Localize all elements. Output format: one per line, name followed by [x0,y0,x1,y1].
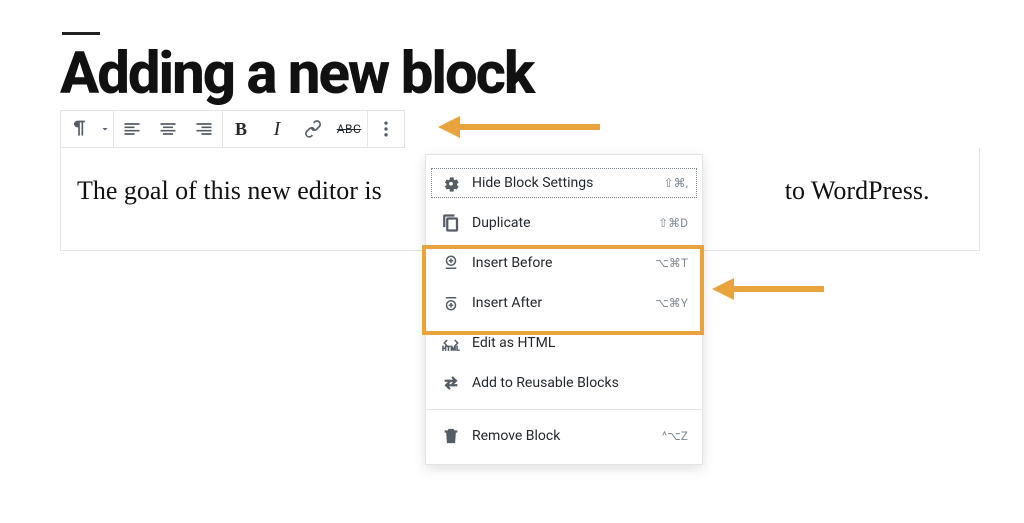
gear-icon [440,174,462,192]
html-icon: HTML [440,334,462,352]
insert-after-icon [440,294,462,312]
link-button[interactable] [295,111,331,147]
menu-separator [426,409,702,410]
pilcrow-icon [69,119,89,139]
duplicate-icon [440,214,462,232]
insert-before-icon [440,254,462,272]
menu-label: Remove Block [472,428,662,444]
menu-insert-after[interactable]: Insert After ⌥⌘Y [426,283,702,323]
menu-duplicate[interactable]: Duplicate ⇧⌘D [426,203,702,243]
menu-insert-before[interactable]: Insert Before ⌥⌘T [426,243,702,283]
menu-hide-block-settings[interactable]: Hide Block Settings ⇧⌘, [426,163,702,203]
menu-shortcut: ⌥⌘Y [655,296,688,310]
menu-edit-html[interactable]: HTML Edit as HTML [426,323,702,363]
menu-shortcut: ^⌥Z [662,429,688,443]
align-right-button[interactable] [186,111,222,147]
chevron-down-icon [99,123,111,135]
menu-add-reusable[interactable]: Add to Reusable Blocks [426,363,702,403]
annotation-arrow-side [714,282,824,296]
menu-label: Add to Reusable Blocks [472,375,688,391]
block-options-menu: Hide Block Settings ⇧⌘, Duplicate ⇧⌘D In… [425,154,703,465]
paragraph-text-after: to WordPress. [778,176,929,205]
page-title: Adding a new block [60,45,984,103]
menu-label: Insert Before [472,255,655,271]
menu-shortcut: ⌥⌘T [655,256,688,270]
menu-label: Insert After [472,295,655,311]
block-type-dropdown-arrow[interactable] [97,111,113,147]
block-type-button[interactable] [61,111,97,147]
menu-label: Hide Block Settings [472,175,664,191]
trash-icon [440,427,462,445]
align-left-button[interactable] [114,111,150,147]
more-options-button[interactable] [368,111,404,147]
paragraph-text-before: The goal of this new editor is [77,176,388,205]
menu-shortcut: ⇧⌘, [664,176,688,190]
title-divider [62,32,100,35]
svg-text:HTML: HTML [442,346,460,353]
align-center-button[interactable] [150,111,186,147]
more-vertical-icon [376,119,396,139]
menu-shortcut: ⇧⌘D [658,216,688,230]
block-toolbar: B I ABC [60,110,405,148]
italic-button[interactable]: I [259,111,295,147]
align-left-icon [122,119,142,139]
reusable-icon [440,374,462,392]
align-center-icon [158,119,178,139]
link-icon [303,119,323,139]
menu-remove-block[interactable]: Remove Block ^⌥Z [426,416,702,456]
menu-label: Edit as HTML [472,335,688,351]
strikethrough-button[interactable]: ABC [331,111,367,147]
bold-button[interactable]: B [223,111,259,147]
menu-label: Duplicate [472,215,658,231]
align-right-icon [194,119,214,139]
